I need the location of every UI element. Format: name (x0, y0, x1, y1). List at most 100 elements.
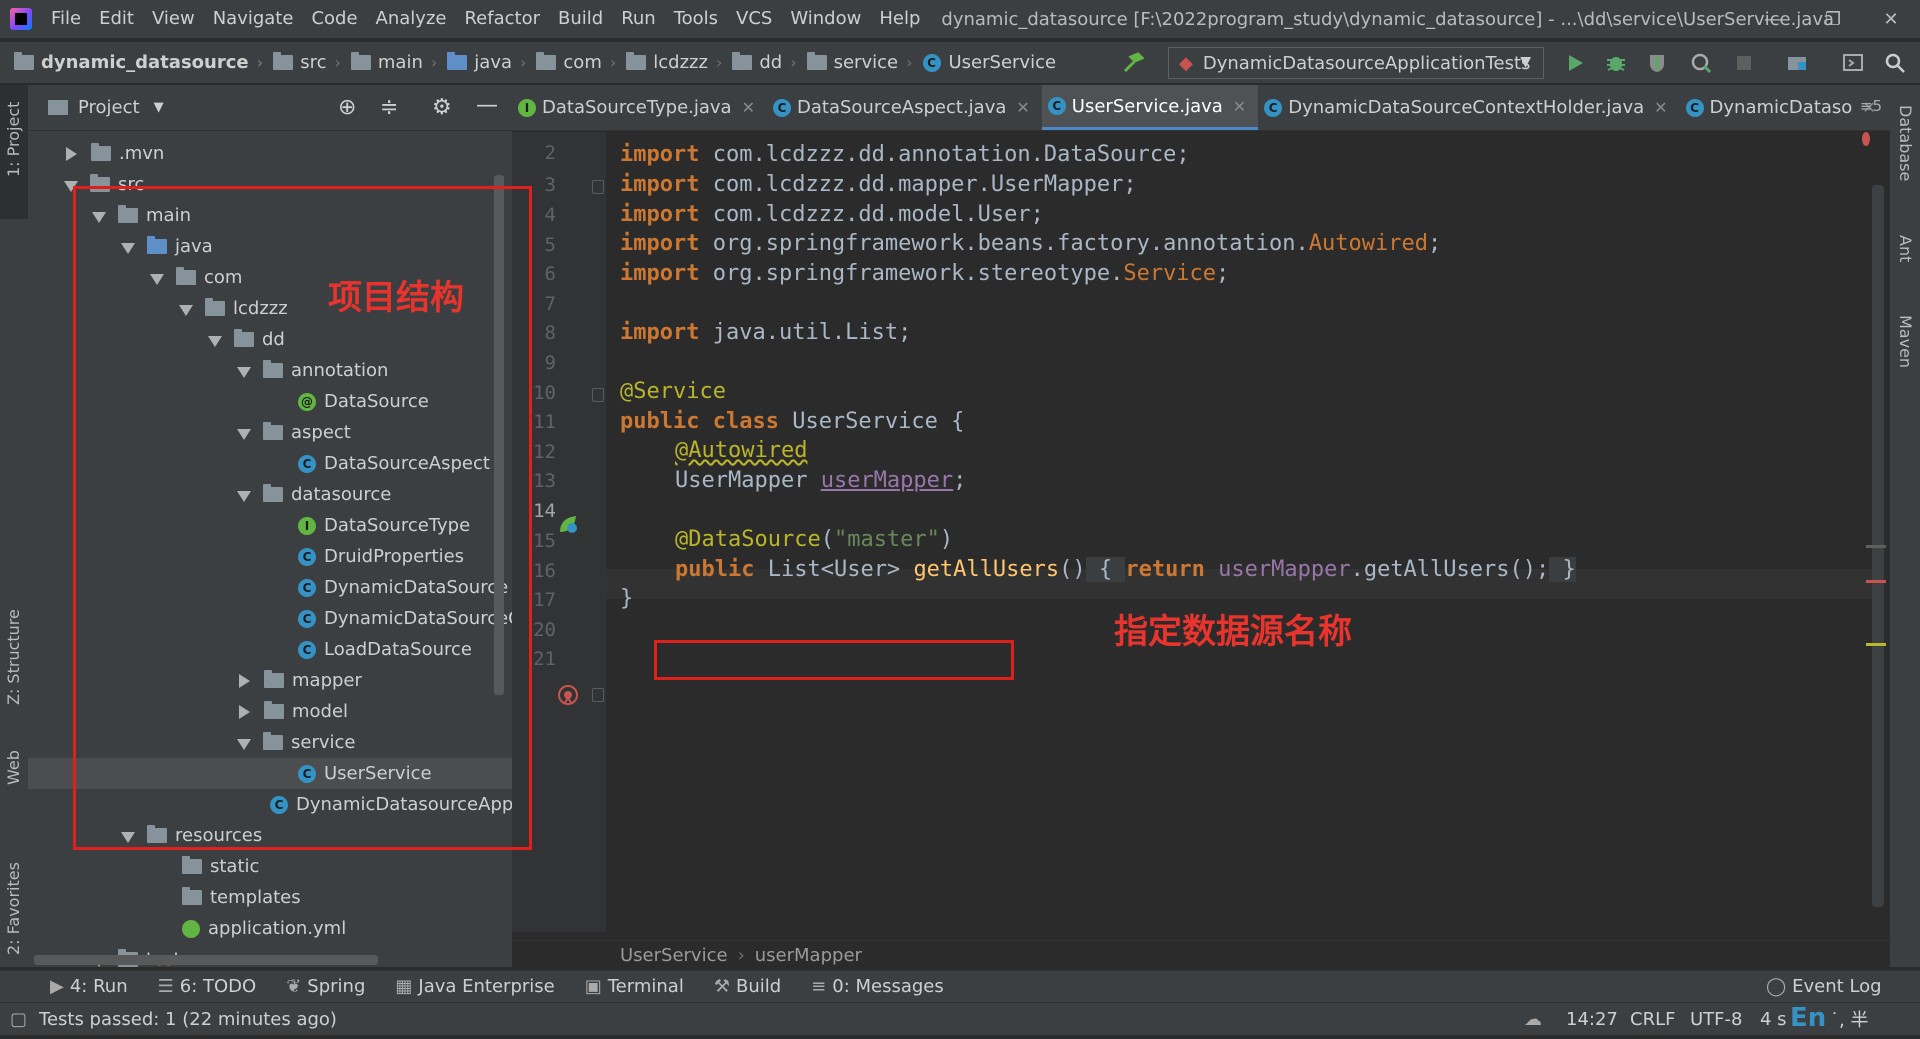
breadcrumb-service[interactable]: service › (806, 52, 923, 73)
menu-navigate[interactable]: Navigate (204, 0, 303, 38)
menu-edit[interactable]: Edit (90, 0, 143, 38)
navigation-bar: dynamic_datasource › src › main › java › com… (0, 42, 1920, 84)
debug-icon[interactable] (1605, 52, 1627, 74)
tool-tab-project[interactable]: 1: Project (0, 102, 28, 277)
ime-language-indicator[interactable]: En (1790, 1003, 1826, 1033)
tab-userservice[interactable]: C UserService.java ✕ (1041, 85, 1259, 130)
close-tab-icon[interactable]: ✕ (1016, 98, 1029, 117)
breadcrumb-java[interactable]: java › (447, 52, 536, 73)
coverage-icon[interactable] (1646, 52, 1668, 74)
restore-button[interactable]: ❐ (1808, 0, 1858, 38)
tab-datasourceaspect[interactable]: C DataSourceAspect.java ✕ (767, 85, 1042, 130)
fold-marker[interactable] (592, 180, 604, 194)
fold-marker[interactable] (592, 388, 604, 402)
tree-horizontal-scrollbar[interactable] (34, 955, 378, 965)
tool-run[interactable]: ▶ 4: Run (50, 976, 128, 997)
error-indicator-icon[interactable] (1862, 132, 1870, 146)
run-configuration-dropdown[interactable]: ◆ DynamicDatasourceApplicationTests ▼ (1168, 47, 1544, 79)
hide-panel-icon[interactable]: — (476, 93, 498, 118)
tool-label: Build (735, 976, 782, 997)
menu-window[interactable]: Window (781, 0, 870, 38)
code-editor[interactable]: import com.lcdzzz.dd.annotation.DataSour… (592, 132, 1872, 932)
menu-run[interactable]: Run (612, 0, 665, 38)
tool-label: Java Enterprise (418, 976, 555, 997)
close-tab-icon[interactable]: ✕ (1654, 98, 1667, 117)
breadcrumb-label: UserService (948, 52, 1057, 73)
code-line-4: import com.lcdzzz.dd.mapper.UserMapper; (620, 172, 1137, 197)
caret-position[interactable]: 14:27 (1566, 1009, 1618, 1030)
java-enterprise-icon: ▦ (395, 976, 413, 997)
breadcrumb-userservice[interactable]: C UserService (922, 52, 1057, 73)
ime-mode-indicator[interactable]: ˙, 半 (1830, 1006, 1868, 1032)
package-icon (732, 52, 753, 70)
inspection-icon[interactable]: ☁ (1524, 1009, 1542, 1030)
code-line-13: @Autowired (675, 438, 808, 463)
tool-label: Spring (307, 976, 366, 997)
stop-icon[interactable] (1733, 52, 1755, 74)
menu-file[interactable]: File (42, 0, 90, 38)
breadcrumb-dd[interactable]: dd › (732, 52, 806, 73)
class-icon: C (1264, 98, 1283, 117)
collapse-all-icon[interactable]: ≑ (380, 95, 398, 120)
breadcrumb-src[interactable]: src › (273, 52, 351, 73)
breadcrumb-project[interactable]: dynamic_datasource › (14, 52, 273, 73)
tool-java-enterprise[interactable]: ▦ Java Enterprise (395, 976, 554, 997)
class-icon: C (1047, 97, 1066, 115)
gear-icon[interactable]: ⚙ (432, 95, 452, 120)
menu-code[interactable]: Code (302, 0, 366, 38)
close-tab-icon[interactable]: ✕ (742, 98, 755, 117)
tab-dynamicdatasourcecontextholder[interactable]: C DynamicDataSourceContextHolder.java ✕ (1258, 85, 1679, 130)
tab-dynamicdatasource[interactable]: C DynamicDataso ✕ (1680, 85, 1888, 130)
tool-terminal[interactable]: ▣ Terminal (585, 976, 684, 997)
tree-item-application-yml[interactable]: application.yml (182, 913, 346, 944)
presentation-icon[interactable] (1842, 52, 1864, 74)
editor-breadcrumb-field[interactable]: userMapper (755, 945, 862, 966)
status-message[interactable]: Tests passed: 1 (22 minutes ago) (39, 1009, 337, 1030)
tab-datasourcetype[interactable]: I DataSourceType.java ✕ (512, 85, 767, 130)
tool-messages[interactable]: ≡ 0: Messages (811, 976, 944, 997)
breadcrumb-main[interactable]: main › (350, 52, 447, 73)
menu-help[interactable]: Help (870, 0, 929, 38)
chevron-down-icon: ▼ (1520, 54, 1531, 70)
chevron-down-icon[interactable]: ▼ (154, 100, 164, 115)
locate-icon[interactable]: ⊕ (338, 95, 356, 120)
project-panel-title[interactable]: Project (78, 97, 140, 118)
close-window-button[interactable]: ✕ (1866, 0, 1916, 38)
tree-item-mvn[interactable]: .mvn (64, 138, 164, 169)
tool-event-log[interactable]: ◯ Event Log (1766, 976, 1882, 997)
terminal-icon: ▣ (584, 976, 602, 997)
menu-vcs[interactable]: VCS (727, 0, 781, 38)
minimize-button[interactable]: — (1748, 0, 1798, 38)
toggle-tool-windows-icon[interactable]: ▢ (10, 1009, 27, 1030)
package-icon (806, 52, 827, 70)
project-structure-icon[interactable] (1786, 52, 1808, 74)
menu-build[interactable]: Build (549, 0, 612, 38)
tab-overflow-button[interactable]: ≡5 (1860, 97, 1882, 115)
tool-todo[interactable]: ☰ 6: TODO (158, 976, 257, 997)
breadcrumb-label: dynamic_datasource (41, 52, 249, 73)
line-separator[interactable]: CRLF (1630, 1009, 1675, 1030)
run-icon[interactable] (1564, 52, 1586, 74)
aop-advice-gutter-icon[interactable] (556, 684, 580, 708)
tool-spring[interactable]: ❦ Spring (286, 976, 365, 997)
search-icon[interactable] (1884, 52, 1906, 74)
tree-item-static[interactable]: static (182, 851, 259, 882)
spring-bean-gutter-icon[interactable] (556, 512, 580, 536)
tree-item-label: static (210, 856, 260, 877)
breadcrumb-lcdzzz[interactable]: lcdzzz › (626, 52, 732, 73)
hammer-build-icon[interactable] (1122, 52, 1144, 74)
menu-refactor[interactable]: Refactor (455, 0, 549, 38)
fold-marker[interactable] (592, 688, 604, 702)
menu-tools[interactable]: Tools (665, 0, 727, 38)
editor-breadcrumb-class[interactable]: UserService (620, 945, 728, 966)
menu-view[interactable]: View (143, 0, 204, 38)
breadcrumb-com[interactable]: com › (536, 52, 626, 73)
tree-item-templates[interactable]: templates (182, 882, 301, 913)
indent-setting[interactable]: 4 s (1760, 1009, 1787, 1030)
tool-build[interactable]: ⚒ Build (714, 976, 781, 997)
folder-icon (14, 52, 34, 70)
file-encoding[interactable]: UTF-8 (1690, 1009, 1742, 1030)
menu-analyze[interactable]: Analyze (367, 0, 456, 38)
profile-icon[interactable] (1690, 52, 1712, 74)
close-tab-icon[interactable]: ✕ (1233, 97, 1246, 116)
